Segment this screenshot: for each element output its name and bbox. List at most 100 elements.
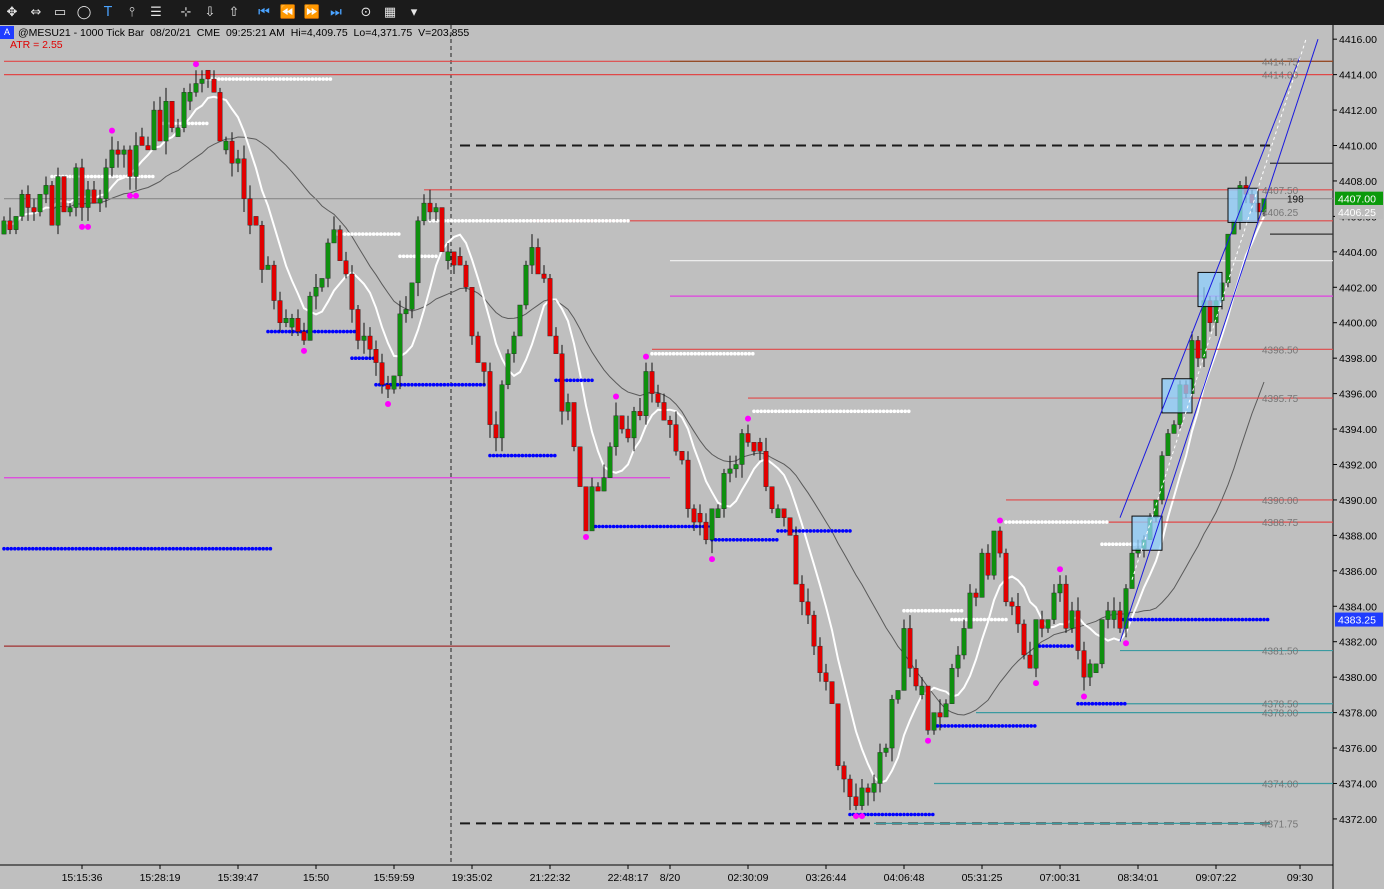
level-dot xyxy=(547,219,551,223)
rewind-icon[interactable]: ⏪ xyxy=(276,2,300,24)
fork-icon[interactable]: ⫯ xyxy=(120,2,144,24)
x-tick-label: 09:07:22 xyxy=(1196,872,1237,884)
level-dot xyxy=(949,608,953,613)
fib-tool-icon[interactable]: ⊹ xyxy=(174,2,198,24)
level-dot xyxy=(1070,644,1074,648)
level-dot xyxy=(1045,644,1049,648)
y-tick-label: 4388.00 xyxy=(1339,530,1377,542)
candle-body xyxy=(757,442,763,452)
level-dot xyxy=(586,378,591,383)
y-tick-label: 4404.00 xyxy=(1339,247,1377,259)
level-dot xyxy=(1211,617,1216,622)
x-tick-label: 02:30:09 xyxy=(728,872,769,884)
level-dot xyxy=(361,356,365,361)
level-dot xyxy=(495,453,500,458)
level-dot xyxy=(896,409,900,414)
level-price-label: 4388.75 xyxy=(1262,518,1299,529)
level-dot xyxy=(938,608,942,613)
level-dot xyxy=(658,524,663,529)
level-dot xyxy=(781,409,785,414)
candle-body xyxy=(199,78,205,84)
level-dot xyxy=(460,219,465,223)
arrow-down-icon[interactable]: ⇩ xyxy=(198,2,222,24)
price-chart[interactable]: 4414.754414.004407.501984406.254398.5043… xyxy=(0,25,1384,889)
level-dot xyxy=(343,232,347,236)
level-dot xyxy=(597,219,601,223)
swing-high-marker xyxy=(643,353,649,360)
level-dot xyxy=(923,608,928,613)
level-dot xyxy=(521,219,526,223)
level-dot xyxy=(767,538,772,542)
level-dot xyxy=(1183,617,1187,622)
level-dot xyxy=(321,77,326,81)
candle-body xyxy=(667,419,673,425)
dotted-level xyxy=(902,608,964,613)
level-dot xyxy=(95,546,100,551)
level-dot xyxy=(457,219,461,223)
go-first-icon[interactable]: ⏮ xyxy=(252,2,276,24)
candle-body xyxy=(991,530,997,576)
horizontal-arrows-icon[interactable]: ⇔ xyxy=(24,2,48,24)
candle-body xyxy=(295,318,301,332)
candle-body xyxy=(1039,619,1045,629)
settings-icon[interactable]: ⊙ xyxy=(354,2,378,24)
level-dot xyxy=(434,254,438,259)
level-dot xyxy=(953,724,958,728)
level-dot xyxy=(961,724,965,728)
candle-body xyxy=(433,207,439,213)
candle-body xyxy=(829,681,835,704)
lines-icon[interactable]: ☰ xyxy=(144,2,168,24)
level-dot xyxy=(514,219,519,223)
level-dot xyxy=(1240,617,1245,622)
rectangle-icon[interactable]: ▭ xyxy=(48,2,72,24)
dropdown-icon[interactable]: ▾ xyxy=(402,2,426,24)
text-icon[interactable]: T xyxy=(96,2,120,24)
candle-body xyxy=(133,145,139,177)
level-dot xyxy=(619,219,623,223)
candle-body xyxy=(1105,610,1111,620)
account-badge[interactable]: A xyxy=(0,26,14,39)
level-dot xyxy=(856,409,861,414)
cross-arrows-icon[interactable]: ✥ xyxy=(0,2,24,24)
level-dot xyxy=(1033,724,1037,728)
level-dot xyxy=(907,409,911,414)
level-dot xyxy=(139,546,143,551)
ellipse-icon[interactable]: ◯ xyxy=(72,2,96,24)
level-dot xyxy=(683,524,688,529)
level-dot xyxy=(899,409,904,414)
y-tick-label: 4402.00 xyxy=(1339,282,1377,294)
candle-body xyxy=(643,371,649,416)
level-dot xyxy=(346,232,351,236)
level-dot xyxy=(554,378,558,383)
level-dot xyxy=(334,329,339,334)
level-dot xyxy=(993,617,997,622)
level-dot xyxy=(1215,617,1219,622)
data-box-icon[interactable]: ▦ xyxy=(378,2,402,24)
level-dot xyxy=(131,546,136,551)
swing-low-marker xyxy=(859,813,865,820)
y-tick-label: 4380.00 xyxy=(1339,672,1377,684)
level-dot xyxy=(113,546,118,551)
arrow-up-icon[interactable]: ⇧ xyxy=(222,2,246,24)
level-dot xyxy=(1018,520,1023,524)
candle-body xyxy=(349,273,355,310)
candle-body xyxy=(493,424,499,439)
level-dot xyxy=(1108,701,1113,706)
go-last-icon[interactable]: ⏭ xyxy=(324,2,348,24)
level-dot xyxy=(986,724,990,728)
level-dot xyxy=(1004,617,1008,622)
y-tick-label: 4400.00 xyxy=(1339,318,1377,330)
level-dot xyxy=(167,546,172,551)
level-dot xyxy=(860,409,864,414)
forward-icon[interactable]: ⏩ xyxy=(300,2,324,24)
level-dot xyxy=(809,409,814,414)
level-dot xyxy=(989,617,994,622)
candle-body xyxy=(763,451,769,487)
y-tick-label: 4394.00 xyxy=(1339,424,1377,436)
level-dot xyxy=(23,546,28,551)
candle-body xyxy=(871,783,877,793)
level-dot xyxy=(747,351,751,356)
level-dot xyxy=(946,724,951,728)
candle-body xyxy=(673,424,679,452)
level-dot xyxy=(401,254,406,259)
